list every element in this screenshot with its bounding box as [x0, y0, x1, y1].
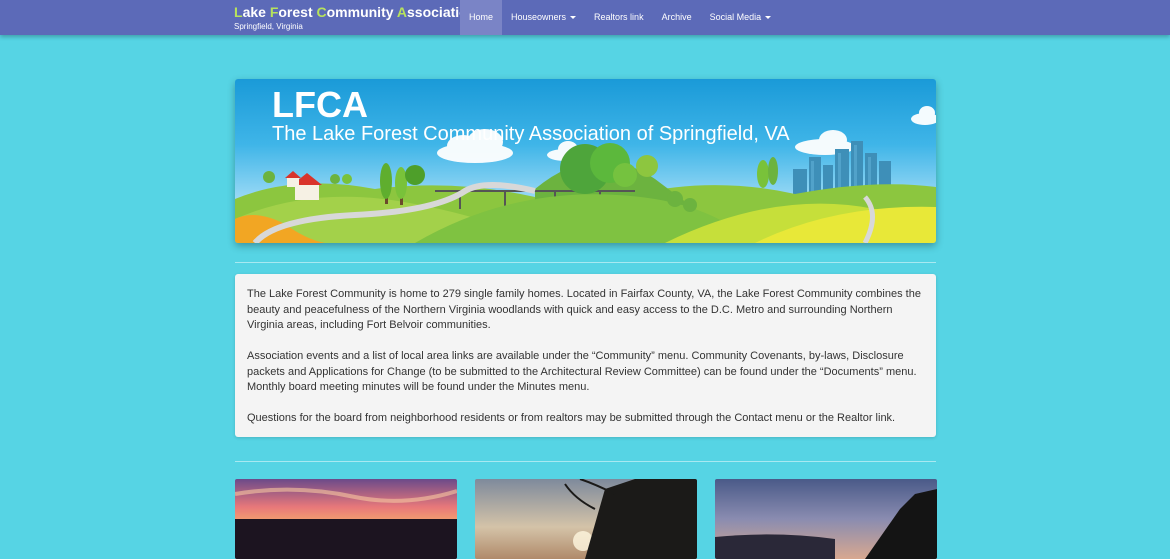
brand-initial: L [234, 4, 243, 20]
nav-houseowners-label: Houseowners [511, 12, 567, 22]
intro-paragraph: Questions for the board from neighborhoo… [247, 412, 896, 424]
photo-sunset-lake[interactable] [235, 479, 457, 559]
nav-realtors-link[interactable]: Realtors link [585, 0, 653, 35]
nav-archive[interactable]: Archive [653, 0, 701, 35]
caret-down-icon [570, 16, 577, 20]
caret-down-icon [765, 16, 772, 20]
intro-paragraph: Association events and a list of local a… [247, 350, 917, 393]
intro-paragraph: The Lake Forest Community is home to 279… [247, 288, 921, 331]
nav-houseowners[interactable]: Houseowners [502, 0, 585, 35]
site-brand[interactable]: Lake Forest Community Association Spring… [234, 4, 476, 32]
intro-panel: The Lake Forest Community is home to 279… [235, 274, 936, 437]
photo-trees-silhouette[interactable] [475, 479, 697, 559]
top-navbar: Lake Forest Community Association Spring… [0, 0, 1170, 35]
brand-subtitle: Springfield, Virginia [234, 22, 303, 31]
banner-subtitle: The Lake Forest Community Association of… [272, 123, 790, 145]
brand-word: ake [242, 4, 270, 20]
nav-realtors-label: Realtors link [594, 12, 644, 22]
brand-word: orest [278, 4, 317, 20]
brand-word: ommunity [326, 4, 397, 20]
main-nav: Home Houseowners Realtors link Archive S… [460, 0, 780, 35]
nav-home-label: Home [469, 12, 494, 22]
nav-home[interactable]: Home [460, 0, 503, 35]
brand-initial: C [316, 4, 327, 20]
nav-social-media[interactable]: Social Media [701, 0, 781, 35]
hero-banner: LFCA The Lake Forest Community Associati… [235, 79, 936, 243]
brand-initial: A [396, 4, 408, 20]
photo-river-dusk[interactable] [715, 479, 937, 559]
banner-title: LFCA [272, 84, 368, 125]
divider [235, 262, 936, 263]
brand-title[interactable]: Lake Forest Community Association [234, 4, 476, 20]
nav-archive-label: Archive [661, 12, 692, 22]
nav-social-label: Social Media [709, 12, 762, 22]
divider [235, 461, 936, 462]
